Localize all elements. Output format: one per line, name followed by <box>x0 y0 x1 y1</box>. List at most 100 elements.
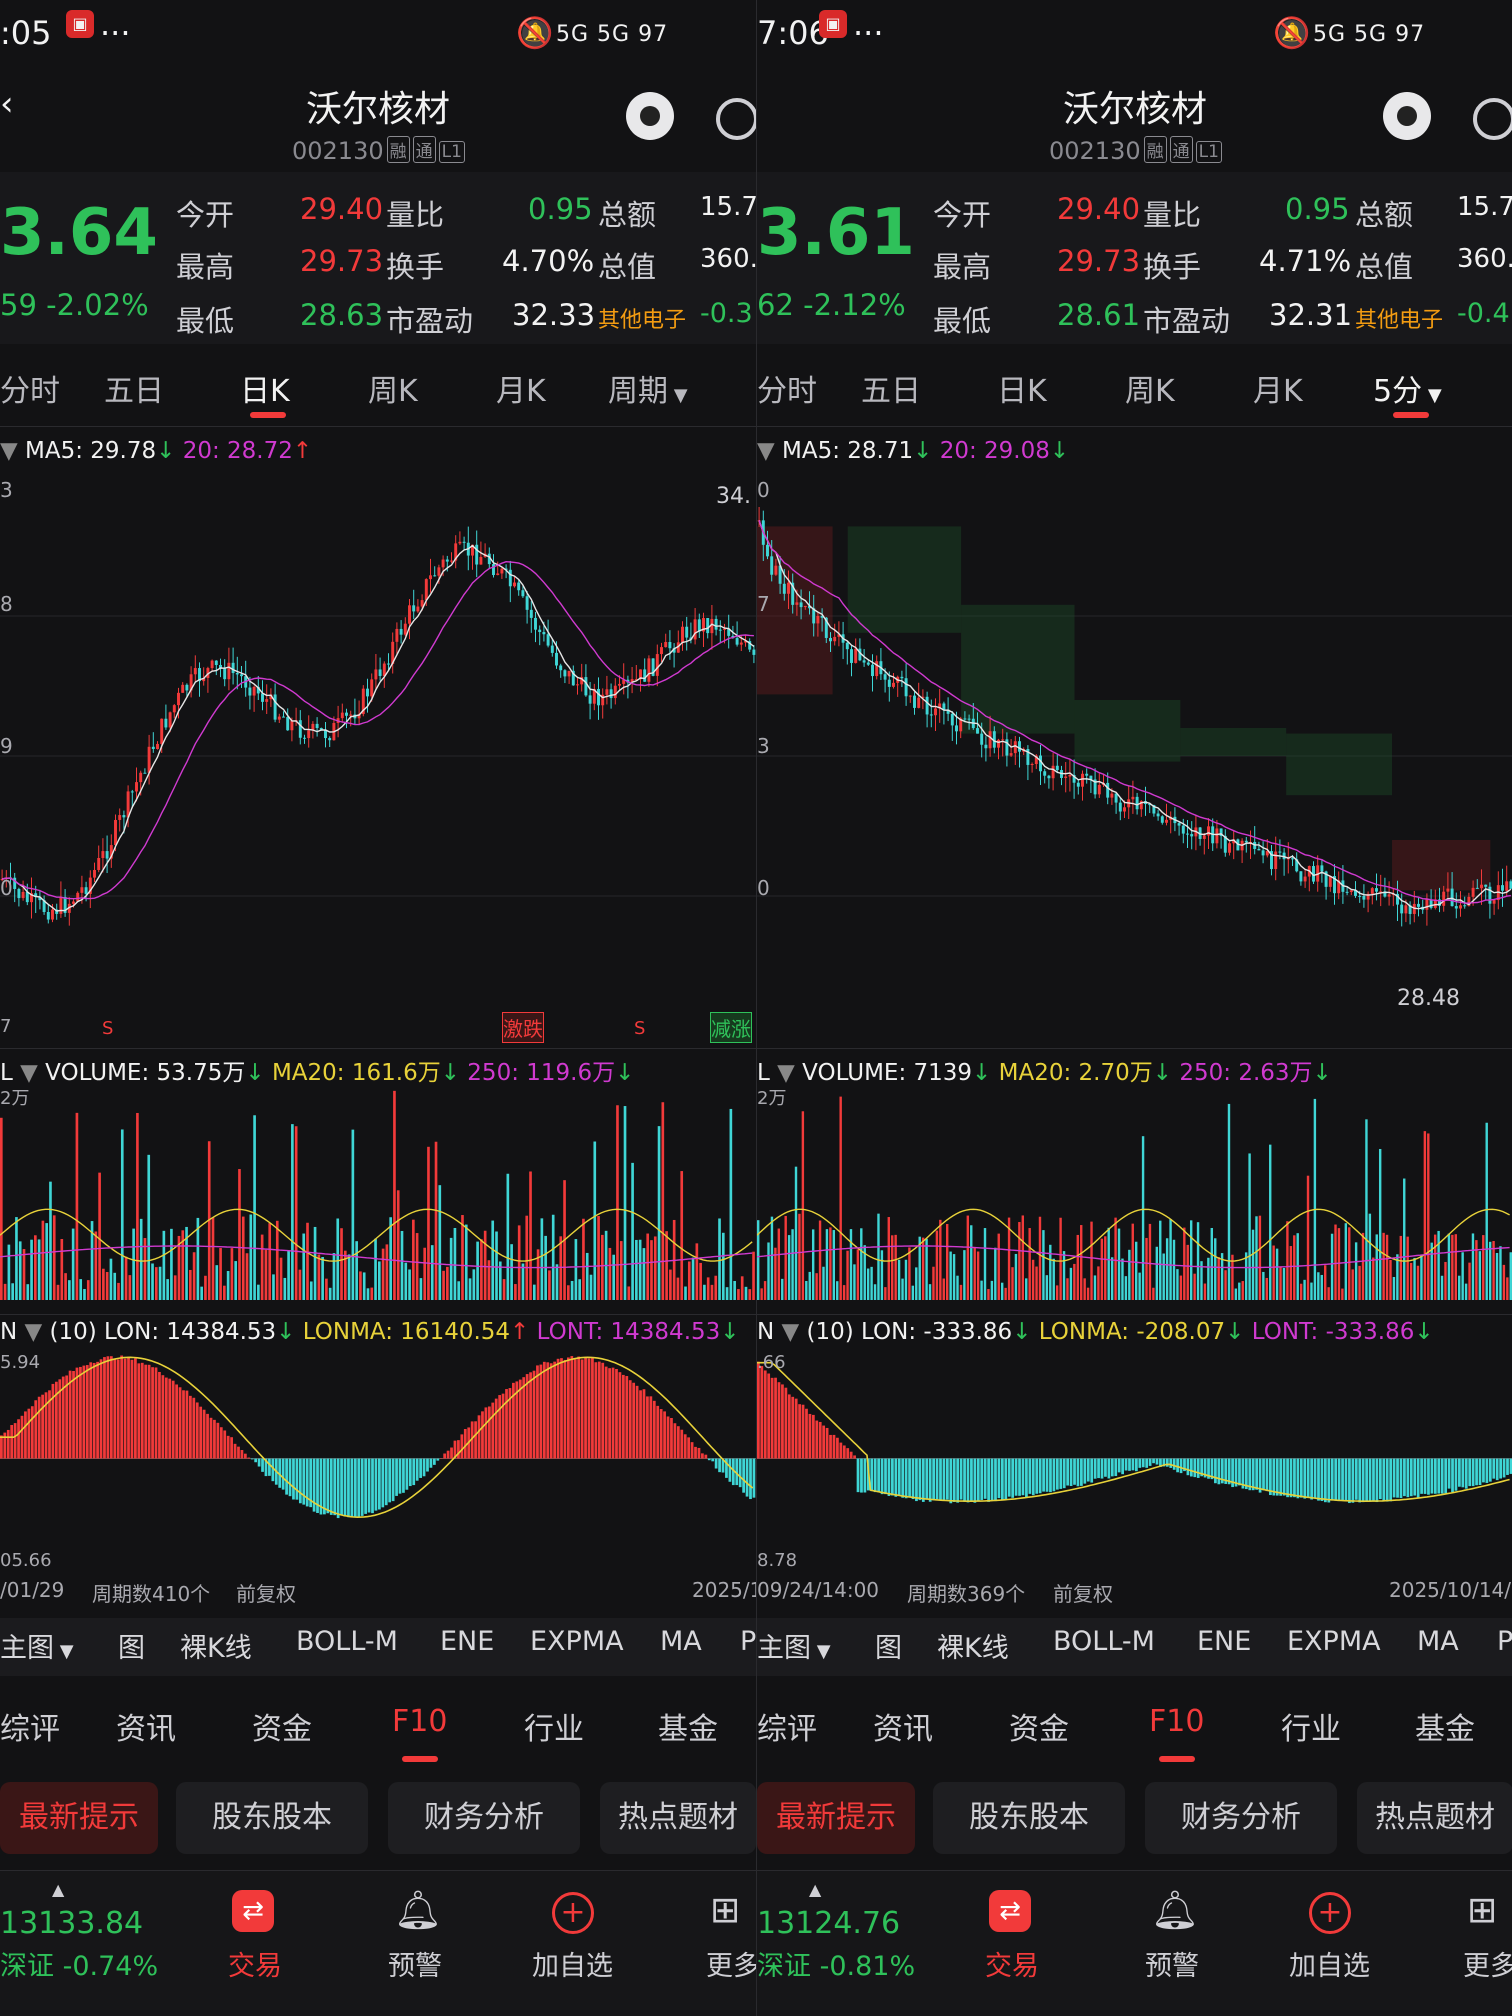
trade-icon[interactable]: ⇄ <box>989 1890 1031 1932</box>
alert-button[interactable]: 预警 <box>388 1944 442 1983</box>
caret-up-icon: ▲ <box>809 1880 822 1899</box>
bell-icon[interactable]: 🔔︎ <box>394 1888 442 1933</box>
tab-intraday[interactable]: 分时 <box>757 366 817 410</box>
volume-bar <box>1399 1235 1403 1300</box>
nav-industry[interactable]: 行业 <box>524 1704 584 1748</box>
lon-bar <box>639 1390 642 1459</box>
grid-icon[interactable]: ⊞ <box>710 1890 740 1931</box>
tab-monthly-k[interactable]: 月K <box>496 366 546 410</box>
tab-period[interactable]: 周期 ▼ <box>608 366 688 410</box>
nav-f10[interactable]: F10 <box>392 1704 447 1739</box>
tool-ene[interactable]: ENE <box>1197 1626 1251 1657</box>
index-label[interactable]: 深证 -0.81% <box>757 1944 915 1983</box>
chip-shareholders[interactable]: 股东股本 <box>933 1782 1125 1854</box>
volume-chart[interactable] <box>0 1084 756 1300</box>
tool-ma[interactable]: MA <box>660 1626 702 1657</box>
volume-bar <box>860 1228 863 1300</box>
tab-five-day[interactable]: 五日 <box>104 366 164 410</box>
chip-financials[interactable]: 财务分析 <box>1145 1782 1337 1854</box>
add-circle-icon[interactable]: + <box>552 1892 594 1934</box>
tab-daily-k[interactable]: 日K <box>997 366 1047 410</box>
lon-bar <box>1403 1458 1406 1497</box>
volume-chart[interactable] <box>757 1084 1512 1300</box>
ma-dropdown-icon[interactable]: ▼ <box>0 438 25 464</box>
candle-body <box>143 772 147 774</box>
candle-body <box>660 647 663 655</box>
chip-hot-topics[interactable]: 热点题材 <box>1357 1782 1512 1854</box>
chip-financials[interactable]: 财务分析 <box>388 1782 580 1854</box>
nav-industry[interactable]: 行业 <box>1281 1704 1341 1748</box>
kline-chart[interactable] <box>0 476 756 1036</box>
nav-funds[interactable]: 资金 <box>252 1704 312 1748</box>
lon-chart[interactable] <box>757 1352 1512 1574</box>
tool-boll-m[interactable]: BOLL-M <box>1053 1626 1155 1657</box>
nav-funds[interactable]: 资金 <box>1009 1704 1069 1748</box>
tool-boll-m[interactable]: BOLL-M <box>296 1626 398 1657</box>
volume-bar <box>143 1238 147 1300</box>
mascot-icon[interactable] <box>626 92 674 140</box>
lon-chart[interactable] <box>0 1352 756 1574</box>
trade-button[interactable]: 交易 <box>985 1944 1039 1983</box>
mascot-icon[interactable] <box>1383 92 1431 140</box>
tool-expma[interactable]: EXPMA <box>530 1626 624 1657</box>
tool-ene[interactable]: ENE <box>440 1626 494 1657</box>
volume-dropdown-icon[interactable]: ▼ <box>770 1060 802 1086</box>
label-sector[interactable]: 其他电子 <box>598 302 686 334</box>
grid-icon[interactable]: ⊞ <box>1467 1890 1497 1931</box>
chip-hot-topics[interactable]: 热点题材 <box>600 1782 756 1854</box>
tab-five-day[interactable]: 五日 <box>861 366 921 410</box>
chip-latest[interactable]: 最新提示 <box>0 1782 158 1854</box>
index-value[interactable]: 13124.76 <box>757 1906 900 1941</box>
tool-bare-k[interactable]: 裸K线 <box>180 1626 252 1665</box>
nav-overview[interactable]: 综评 <box>0 1704 60 1748</box>
nav-fund[interactable]: 基金 <box>658 1704 718 1748</box>
back-icon[interactable]: ‹ <box>0 84 14 124</box>
index-value[interactable]: 13133.84 <box>0 1906 143 1941</box>
trade-icon[interactable]: ⇄ <box>232 1890 274 1932</box>
add-watchlist-button[interactable]: 加自选 <box>1289 1944 1370 1983</box>
tab-daily-k[interactable]: 日K <box>240 366 290 410</box>
tool-ma[interactable]: MA <box>1417 1626 1459 1657</box>
nav-news[interactable]: 资讯 <box>873 1704 933 1748</box>
lon-bar <box>147 1364 151 1459</box>
label-sector[interactable]: 其他电子 <box>1355 302 1443 334</box>
tab-intraday[interactable]: 分时 <box>0 366 60 410</box>
nav-fund[interactable]: 基金 <box>1415 1704 1475 1748</box>
ma-dropdown-icon[interactable]: ▼ <box>757 438 782 464</box>
lon-bar <box>213 1419 216 1459</box>
tool-chart[interactable]: 图 <box>118 1626 145 1665</box>
more-button[interactable]: 更多 <box>706 1944 756 1983</box>
index-label[interactable]: 深证 -0.74% <box>0 1944 158 1983</box>
tool-main-chart[interactable]: 主图 ▼ <box>0 1626 74 1665</box>
tool-main-chart[interactable]: 主图 ▼ <box>757 1626 831 1665</box>
search-icon[interactable] <box>716 98 756 140</box>
volume-bar <box>1014 1253 1018 1300</box>
trade-button[interactable]: 交易 <box>228 1944 282 1983</box>
volume-dropdown-icon[interactable]: ▼ <box>13 1060 45 1086</box>
tab-weekly-k[interactable]: 周K <box>1125 366 1175 410</box>
chip-latest[interactable]: 最新提示 <box>757 1782 915 1854</box>
tool-p[interactable]: P <box>740 1626 756 1657</box>
candle-body <box>164 718 168 728</box>
nav-news[interactable]: 资讯 <box>116 1704 176 1748</box>
lon-bar <box>1372 1458 1375 1501</box>
chip-shareholders[interactable]: 股东股本 <box>176 1782 368 1854</box>
tool-bare-k[interactable]: 裸K线 <box>937 1626 1009 1665</box>
alert-button[interactable]: 预警 <box>1145 1944 1199 1983</box>
lon-dropdown-icon[interactable]: ▼ <box>17 1319 49 1345</box>
nav-overview[interactable]: 综评 <box>757 1704 817 1748</box>
kline-chart[interactable] <box>757 476 1512 1036</box>
tab-monthly-k[interactable]: 月K <box>1253 366 1303 410</box>
tab-five-min[interactable]: 5分 ▼ <box>1373 366 1442 410</box>
tool-chart[interactable]: 图 <box>875 1626 902 1665</box>
more-button[interactable]: 更多 <box>1463 1944 1512 1983</box>
tool-p[interactable]: P <box>1497 1626 1512 1657</box>
lon-dropdown-icon[interactable]: ▼ <box>774 1319 806 1345</box>
tab-weekly-k[interactable]: 周K <box>368 366 418 410</box>
add-watchlist-button[interactable]: 加自选 <box>532 1944 613 1983</box>
nav-f10[interactable]: F10 <box>1149 1704 1204 1739</box>
tool-expma[interactable]: EXPMA <box>1287 1626 1381 1657</box>
add-circle-icon[interactable]: + <box>1309 1892 1351 1934</box>
bell-icon[interactable]: 🔔︎ <box>1151 1888 1199 1933</box>
search-icon[interactable] <box>1473 98 1512 140</box>
